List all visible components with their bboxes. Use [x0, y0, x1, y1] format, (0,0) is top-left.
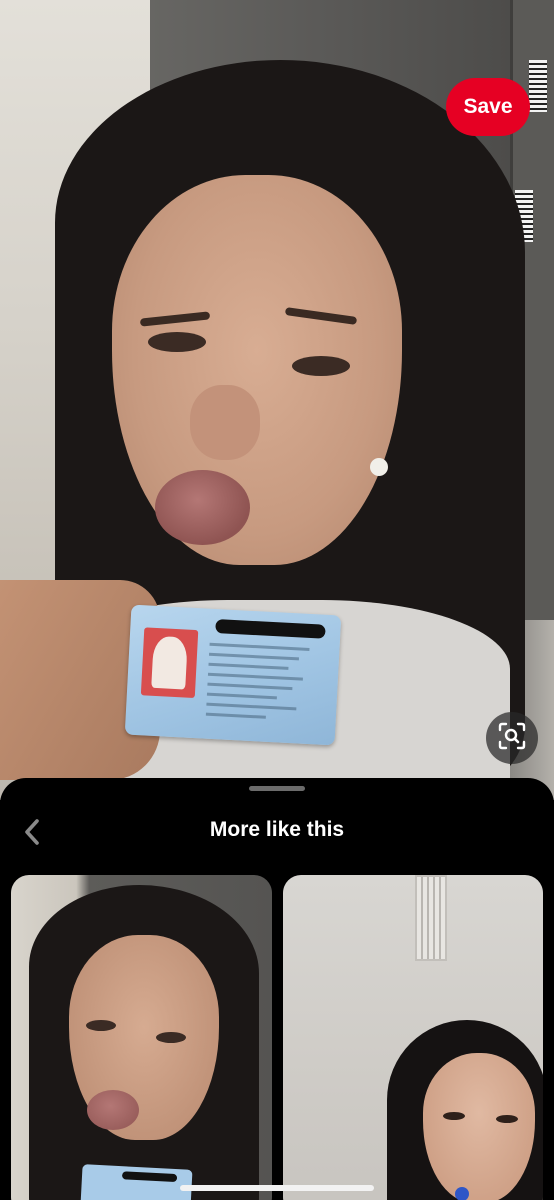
- visual-search-button[interactable]: [486, 712, 538, 764]
- id-card-line: [205, 712, 266, 719]
- result-pin[interactable]: [11, 875, 272, 1200]
- save-button[interactable]: Save: [446, 78, 530, 136]
- earring: [370, 458, 388, 476]
- result-pin[interactable]: [283, 875, 543, 1200]
- eye: [292, 356, 350, 376]
- nose: [190, 385, 260, 460]
- eye: [148, 332, 206, 352]
- id-card-line: [206, 692, 277, 700]
- more-like-this-sheet: More like this: [0, 778, 554, 1200]
- id-card-line: [209, 642, 310, 651]
- id-card-line: [206, 702, 297, 711]
- search-lens-icon: [497, 721, 527, 756]
- sheet-grabber[interactable]: [249, 786, 305, 791]
- result-id-card: [79, 1164, 193, 1200]
- barcode-sticker: [529, 60, 547, 112]
- result-lips: [87, 1090, 139, 1130]
- result-eye: [443, 1112, 465, 1120]
- result-vent: [415, 875, 447, 961]
- result-eye: [156, 1032, 186, 1043]
- id-card-redaction: [215, 619, 326, 639]
- lips: [155, 470, 250, 545]
- id-card-line: [208, 652, 300, 661]
- id-card-line: [207, 682, 293, 691]
- id-card-line: [207, 672, 303, 681]
- id-card-photo: [140, 627, 199, 699]
- result-pen: [455, 1187, 469, 1200]
- id-card: [124, 604, 342, 746]
- id-card-line: [208, 662, 289, 670]
- result-face: [423, 1053, 535, 1200]
- result-eye: [86, 1020, 116, 1031]
- home-indicator[interactable]: [180, 1185, 374, 1191]
- sheet-title: More like this: [209, 818, 345, 841]
- result-eye: [496, 1115, 518, 1123]
